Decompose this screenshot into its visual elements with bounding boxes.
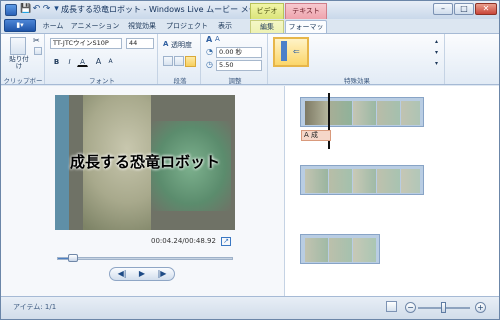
font-size-field[interactable]: 44 xyxy=(126,38,154,49)
clip-frame xyxy=(305,169,328,193)
tab-animations[interactable]: アニメーション xyxy=(69,20,121,33)
fullscreen-icon[interactable]: ↗ xyxy=(221,237,231,246)
storyboard-clip[interactable] xyxy=(300,165,424,195)
clip-frame xyxy=(401,101,420,125)
video-tools-context-tab: ビデオ ツール xyxy=(250,3,284,29)
app-icon[interactable] xyxy=(5,4,17,16)
save-icon[interactable]: 💾 xyxy=(20,4,31,15)
adjust-group-label: 調整 xyxy=(228,77,242,85)
effect-thumbnail-selected[interactable] xyxy=(273,37,309,67)
gallery-down-icon[interactable]: ▾ xyxy=(435,49,438,56)
playback-time: 00:04.24/00:48.92 xyxy=(151,237,216,245)
clip-frame xyxy=(305,101,328,125)
play-button[interactable]: ▶ xyxy=(133,268,151,280)
font-color-button[interactable]: A xyxy=(77,56,88,67)
align-right-icon[interactable] xyxy=(185,56,196,67)
transparency-label[interactable]: 透明度 xyxy=(171,40,192,50)
zoom-thumb[interactable] xyxy=(441,302,446,313)
effect-preview-bar-icon xyxy=(281,41,287,61)
item-count: アイテム: 1/1 xyxy=(13,303,57,311)
font-name-field[interactable]: TT-JTCウインS10P xyxy=(50,38,122,49)
clip-frame xyxy=(353,238,376,262)
zoom-out-button[interactable]: − xyxy=(405,302,416,313)
storyboard-clip[interactable] xyxy=(300,97,424,127)
effects-group-label: 特殊効果 xyxy=(344,77,370,85)
app-window: 💾 ↶ ↷ ▾ 成長する恐竜ロボット - Windows Live ムービー メ… xyxy=(0,0,500,320)
paste-button-label[interactable]: 貼り付け xyxy=(7,56,31,70)
bold-button[interactable]: B xyxy=(51,56,62,67)
tab-visual-effects[interactable]: 視覚効果 xyxy=(123,20,161,33)
start-time-field[interactable]: 0.00 秒 xyxy=(216,47,262,58)
previous-frame-button[interactable]: ◀| xyxy=(113,268,131,280)
text-color-icon[interactable]: A xyxy=(206,35,212,44)
minimize-button[interactable]: – xyxy=(433,3,453,15)
cut-icon[interactable]: ✂ xyxy=(33,36,40,45)
clip-frame xyxy=(329,169,352,193)
gallery-more-icon[interactable]: ▾ xyxy=(435,60,438,67)
clip-frame xyxy=(353,169,376,193)
clip-frame xyxy=(377,101,400,125)
tab-format[interactable]: フォーマット xyxy=(285,20,327,43)
zoom-in-button[interactable]: + xyxy=(475,302,486,313)
seek-thumb[interactable] xyxy=(68,254,78,262)
paragraph-group-label: 段落 xyxy=(173,77,187,85)
maximize-button[interactable]: □ xyxy=(454,3,474,15)
file-menu-button[interactable]: ▮▾ xyxy=(4,19,36,32)
align-center-icon[interactable] xyxy=(174,56,184,66)
duration-field[interactable]: 5.50 xyxy=(216,60,262,71)
clip-frame xyxy=(329,238,352,262)
clip-frame xyxy=(305,238,328,262)
italic-button[interactable]: I xyxy=(64,56,75,67)
effect-arrow-icon: ⇐ xyxy=(293,47,300,56)
video-caption-text[interactable]: 成長する恐竜ロボット xyxy=(55,151,235,172)
copy-icon[interactable] xyxy=(34,47,42,55)
storyboard-view-icon[interactable] xyxy=(386,301,397,312)
clip-frame xyxy=(401,169,420,193)
clip-frame xyxy=(353,101,376,125)
tab-home[interactable]: ホーム xyxy=(39,20,67,33)
align-left-icon[interactable] xyxy=(163,56,173,66)
gallery-up-icon[interactable]: ▴ xyxy=(435,38,438,45)
text-overlay-chip[interactable]: A 成 xyxy=(301,130,331,141)
seek-bar[interactable] xyxy=(57,257,233,260)
text-tools-context-tab: テキスト ツール xyxy=(285,3,327,29)
duration-icon: ◷ xyxy=(206,60,213,69)
clip-frame xyxy=(377,169,400,193)
tab-view[interactable]: 表示 xyxy=(213,20,237,33)
window-title: 成長する恐竜ロボット - Windows Live ムービー メー... xyxy=(61,5,265,14)
tab-edit[interactable]: 編集 xyxy=(250,20,284,33)
shrink-font-button[interactable]: A xyxy=(105,56,116,67)
close-button[interactable]: ✕ xyxy=(475,3,497,15)
start-time-icon: ◔ xyxy=(206,47,213,56)
font-group-label: フォント xyxy=(89,77,115,85)
grow-font-button[interactable]: A xyxy=(93,56,104,67)
tab-project[interactable]: プロジェクト xyxy=(163,20,211,33)
clip-frame xyxy=(329,101,352,125)
outline-icon[interactable]: A xyxy=(215,35,220,43)
paste-icon[interactable] xyxy=(10,37,26,55)
storyboard-clip[interactable] xyxy=(300,234,380,264)
transparency-icon[interactable]: A xyxy=(163,40,168,48)
next-frame-button[interactable]: |▶ xyxy=(153,268,171,280)
